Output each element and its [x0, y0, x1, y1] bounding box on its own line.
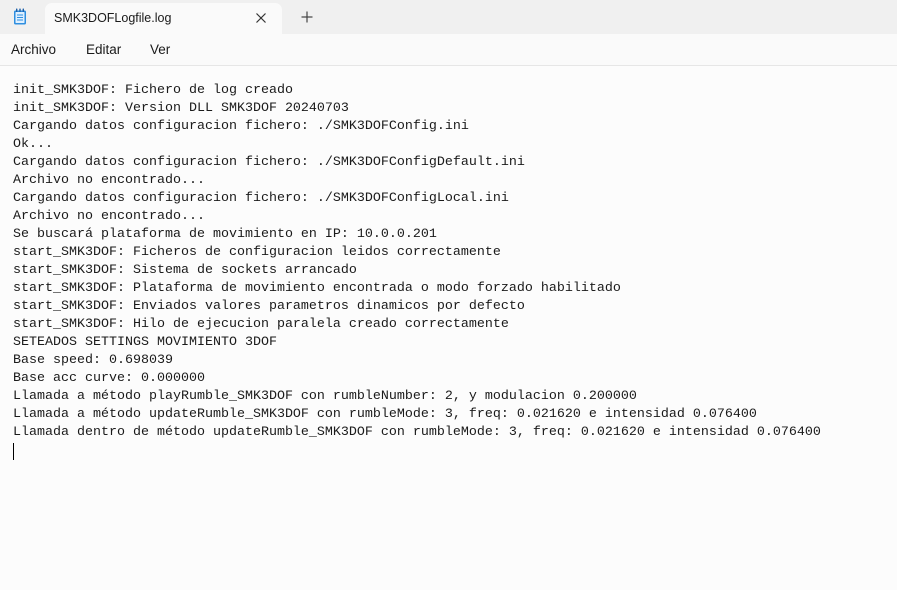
- log-line: SETEADOS SETTINGS MOVIMIENTO 3DOF: [13, 335, 277, 350]
- log-line: Cargando datos configuracion fichero: ./…: [13, 191, 509, 206]
- log-line: Llamada dentro de método updateRumble_SM…: [13, 425, 821, 440]
- log-line: start_SMK3DOF: Plataforma de movimiento …: [13, 281, 621, 296]
- log-line: Llamada a método playRumble_SMK3DOF con …: [13, 389, 637, 404]
- editor-text[interactable]: init_SMK3DOF: Fichero de log creado init_…: [13, 82, 821, 442]
- text-caret: [13, 443, 14, 460]
- log-line: start_SMK3DOF: Sistema de sockets arranc…: [13, 263, 357, 278]
- menu-archivo[interactable]: Archivo: [11, 42, 56, 57]
- log-line: start_SMK3DOF: Hilo de ejecucion paralel…: [13, 317, 509, 332]
- menu-ver[interactable]: Ver: [150, 42, 170, 57]
- tab-title: SMK3DOFLogfile.log: [54, 11, 172, 25]
- log-line: Cargando datos configuracion fichero: ./…: [13, 119, 469, 134]
- text-editor[interactable]: init_SMK3DOF: Fichero de log creado init_…: [0, 66, 897, 590]
- menu-editar[interactable]: Editar: [86, 42, 121, 57]
- log-line: Llamada a método updateRumble_SMK3DOF co…: [13, 407, 757, 422]
- notepad-icon: [14, 8, 26, 25]
- log-line: Base speed: 0.698039: [13, 353, 173, 368]
- log-line: init_SMK3DOF: Fichero de log creado: [13, 83, 293, 98]
- log-line: Archivo no encontrado...: [13, 209, 205, 224]
- log-line: Se buscará plataforma de movimiento en I…: [13, 227, 437, 242]
- title-bar: SMK3DOFLogfile.log: [0, 0, 897, 34]
- log-line: Archivo no encontrado...: [13, 173, 205, 188]
- log-line: Cargando datos configuracion fichero: ./…: [13, 155, 525, 170]
- log-line: start_SMK3DOF: Enviados valores parametr…: [13, 299, 525, 314]
- log-line: Base acc curve: 0.000000: [13, 371, 205, 386]
- close-icon[interactable]: [254, 11, 268, 25]
- menu-bar: Archivo Editar Ver: [0, 34, 897, 65]
- log-line: init_SMK3DOF: Version DLL SMK3DOF 202407…: [13, 101, 349, 116]
- tab-logfile[interactable]: SMK3DOFLogfile.log: [45, 3, 282, 34]
- log-line: start_SMK3DOF: Ficheros de configuracion…: [13, 245, 501, 260]
- plus-icon[interactable]: [300, 10, 314, 24]
- log-line: Ok...: [13, 137, 53, 152]
